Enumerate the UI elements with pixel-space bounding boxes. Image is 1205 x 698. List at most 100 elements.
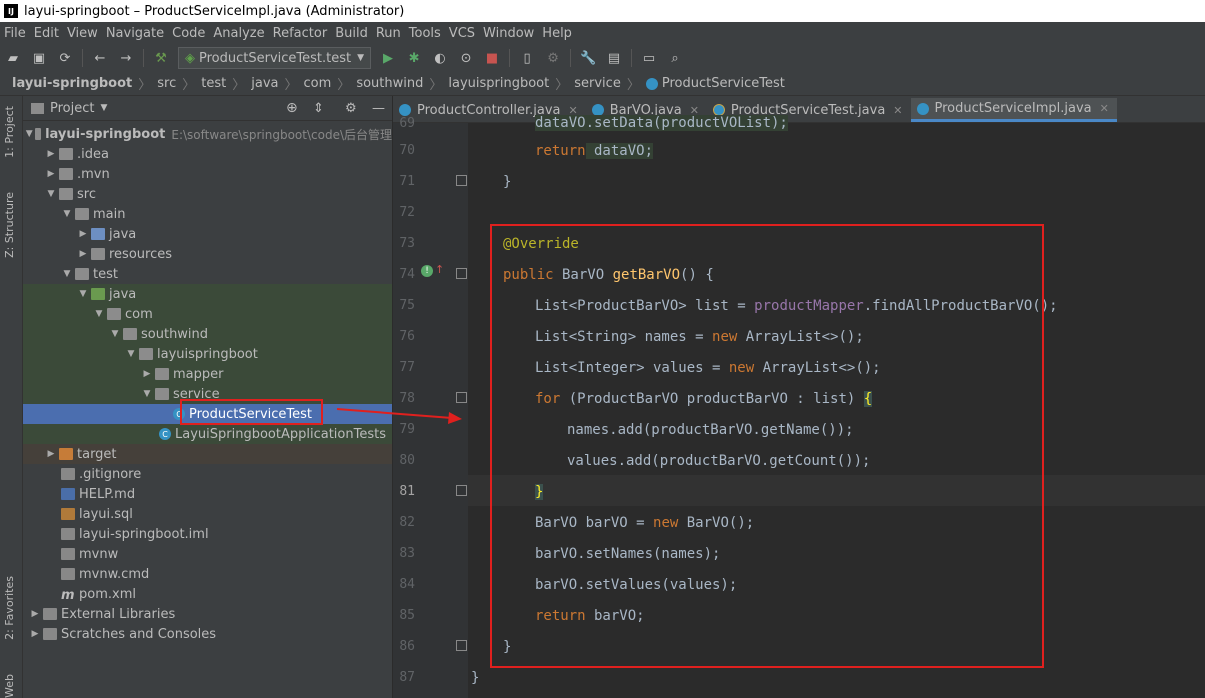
project-panel-title[interactable]: Project bbox=[50, 101, 94, 116]
tree-item[interactable]: ▼ layui-springboot E:\software\springboot\… bbox=[23, 124, 392, 144]
tree-item[interactable]: ▶ java bbox=[23, 224, 392, 244]
tree-item[interactable]: HELP.md bbox=[23, 484, 392, 504]
gear-icon[interactable]: ⚙ bbox=[345, 101, 357, 116]
expand-arrow-icon[interactable]: ▶ bbox=[77, 229, 89, 239]
breadcrumb-item[interactable]: southwind bbox=[356, 76, 423, 91]
breadcrumb-item[interactable]: test bbox=[201, 76, 226, 91]
menu-window[interactable]: Window bbox=[479, 26, 538, 41]
expand-arrow-icon[interactable]: ▼ bbox=[125, 349, 137, 359]
coverage-icon[interactable]: ◐ bbox=[432, 50, 448, 66]
tool-tab-web[interactable]: Web bbox=[3, 674, 16, 698]
breadcrumb-item[interactable]: service bbox=[574, 76, 621, 91]
menu-run[interactable]: Run bbox=[372, 26, 405, 41]
minimize-icon[interactable]: — bbox=[372, 101, 385, 116]
expand-arrow-icon[interactable]: ▼ bbox=[61, 269, 73, 279]
tree-item[interactable]: layui.sql bbox=[23, 504, 392, 524]
fold-marker-icon[interactable] bbox=[456, 175, 467, 186]
build-hammer-icon[interactable]: ⚒ bbox=[153, 50, 169, 66]
tree-item[interactable]: ▶ External Libraries bbox=[23, 604, 392, 624]
collapse-all-icon[interactable]: ⇕ bbox=[313, 101, 324, 116]
expand-arrow-icon[interactable]: ▼ bbox=[141, 389, 153, 399]
tree-item[interactable]: ▶ mapper bbox=[23, 364, 392, 384]
tree-item[interactable]: layui-springboot.iml bbox=[23, 524, 392, 544]
menu-help[interactable]: Help bbox=[538, 26, 576, 41]
locate-icon[interactable]: ⊕ bbox=[286, 100, 298, 116]
tree-item[interactable]: ▼ test bbox=[23, 264, 392, 284]
attach-icon[interactable]: ⚙ bbox=[545, 50, 561, 66]
expand-arrow-icon[interactable]: ▶ bbox=[29, 609, 41, 619]
run-configuration-select[interactable]: ◈ ProductServiceTest.test ▼ bbox=[178, 47, 372, 69]
forward-arrow-icon[interactable]: → bbox=[118, 50, 134, 66]
profile-icon[interactable]: ⊙ bbox=[458, 50, 474, 66]
tool-tab-structure[interactable]: Z: Structure bbox=[3, 192, 16, 258]
menu-view[interactable]: View bbox=[63, 26, 102, 41]
fold-marker-icon[interactable] bbox=[456, 640, 467, 651]
expand-arrow-icon[interactable]: ▼ bbox=[45, 189, 57, 199]
menu-build[interactable]: Build bbox=[331, 26, 372, 41]
close-icon[interactable]: ✕ bbox=[893, 104, 902, 117]
breadcrumb-item[interactable]: layui-springboot bbox=[12, 76, 132, 91]
menu-code[interactable]: Code bbox=[168, 26, 209, 41]
tree-item[interactable]: ▼ main bbox=[23, 204, 392, 224]
expand-arrow-icon[interactable]: ▶ bbox=[77, 249, 89, 259]
tree-item[interactable]: ▶ resources bbox=[23, 244, 392, 264]
device-icon[interactable]: ▯ bbox=[519, 50, 535, 66]
back-arrow-icon[interactable]: ← bbox=[92, 50, 108, 66]
menu-refactor[interactable]: Refactor bbox=[269, 26, 332, 41]
save-icon[interactable]: ▣ bbox=[31, 50, 47, 66]
chevron-down-icon[interactable]: ▼ bbox=[100, 103, 107, 113]
tree-item[interactable]: .gitignore bbox=[23, 464, 392, 484]
tree-item[interactable]: mvnw.cmd bbox=[23, 564, 392, 584]
expand-arrow-icon[interactable]: ▶ bbox=[141, 369, 153, 379]
open-folder-icon[interactable]: ▰ bbox=[5, 50, 21, 66]
breadcrumb-item[interactable]: ProductServiceTest bbox=[662, 76, 785, 91]
breadcrumb-item[interactable]: src bbox=[157, 76, 176, 91]
menu-edit[interactable]: Edit bbox=[30, 26, 63, 41]
tab-productserviceimpl[interactable]: ProductServiceImpl.java ✕ bbox=[910, 98, 1117, 122]
menu-tools[interactable]: Tools bbox=[405, 26, 445, 41]
tree-item[interactable]: ▶ .idea bbox=[23, 144, 392, 164]
expand-arrow-icon[interactable]: ▶ bbox=[45, 169, 57, 179]
tree-item[interactable]: ▶ Scratches and Consoles bbox=[23, 624, 392, 644]
expand-arrow-icon[interactable]: ▼ bbox=[93, 309, 105, 319]
tree-item[interactable]: C LayuiSpringbootApplicationTests bbox=[23, 424, 392, 444]
debug-icon[interactable]: ✱ bbox=[406, 50, 422, 66]
expand-arrow-icon[interactable]: ▶ bbox=[29, 629, 41, 639]
terminal-icon[interactable]: ▭ bbox=[641, 50, 657, 66]
fold-marker-icon[interactable] bbox=[456, 485, 467, 496]
breadcrumb-item[interactable]: java bbox=[251, 76, 278, 91]
tool-tab-favorites[interactable]: 2: Favorites bbox=[3, 576, 16, 640]
tree-item[interactable]: ▼ java bbox=[23, 284, 392, 304]
tree-item[interactable]: m pom.xml bbox=[23, 584, 392, 604]
tree-item[interactable]: ▼ com bbox=[23, 304, 392, 324]
expand-arrow-icon[interactable]: ▼ bbox=[26, 129, 33, 139]
menu-navigate[interactable]: Navigate bbox=[102, 26, 168, 41]
expand-arrow-icon[interactable]: ▶ bbox=[45, 449, 57, 459]
fold-marker-icon[interactable] bbox=[456, 268, 467, 279]
run-icon[interactable]: ▶ bbox=[380, 50, 396, 66]
expand-arrow-icon[interactable]: ▶ bbox=[45, 149, 57, 159]
wrench-icon[interactable]: 🔧 bbox=[580, 50, 596, 66]
menu-file[interactable]: File bbox=[0, 26, 30, 41]
tool-tab-project[interactable]: 1: Project bbox=[3, 106, 16, 158]
tree-item[interactable]: ▼ layuispringboot bbox=[23, 344, 392, 364]
tree-item[interactable]: mvnw bbox=[23, 544, 392, 564]
close-icon[interactable]: ✕ bbox=[1100, 102, 1109, 115]
expand-arrow-icon[interactable]: ▼ bbox=[77, 289, 89, 299]
expand-arrow-icon[interactable]: ▼ bbox=[109, 329, 121, 339]
tree-item[interactable]: ▶ .mvn bbox=[23, 164, 392, 184]
search-icon[interactable]: ⌕ bbox=[667, 50, 683, 66]
tree-item[interactable]: ▼ southwind bbox=[23, 324, 392, 344]
tree-item[interactable]: ▶ target bbox=[23, 444, 392, 464]
sync-icon[interactable]: ⟳ bbox=[57, 50, 73, 66]
tree-item[interactable]: ▼ src bbox=[23, 184, 392, 204]
fold-marker-icon[interactable] bbox=[456, 392, 467, 403]
stop-icon[interactable]: ■ bbox=[484, 50, 500, 66]
project-structure-icon[interactable]: ▤ bbox=[606, 50, 622, 66]
menu-vcs[interactable]: VCS bbox=[445, 26, 479, 41]
expand-arrow-icon[interactable]: ▼ bbox=[61, 209, 73, 219]
breadcrumb-item[interactable]: com bbox=[304, 76, 332, 91]
implements-method-icon[interactable]: ! bbox=[421, 265, 433, 277]
override-arrow-icon[interactable]: ↑ bbox=[435, 263, 444, 276]
menu-analyze[interactable]: Analyze bbox=[209, 26, 268, 41]
